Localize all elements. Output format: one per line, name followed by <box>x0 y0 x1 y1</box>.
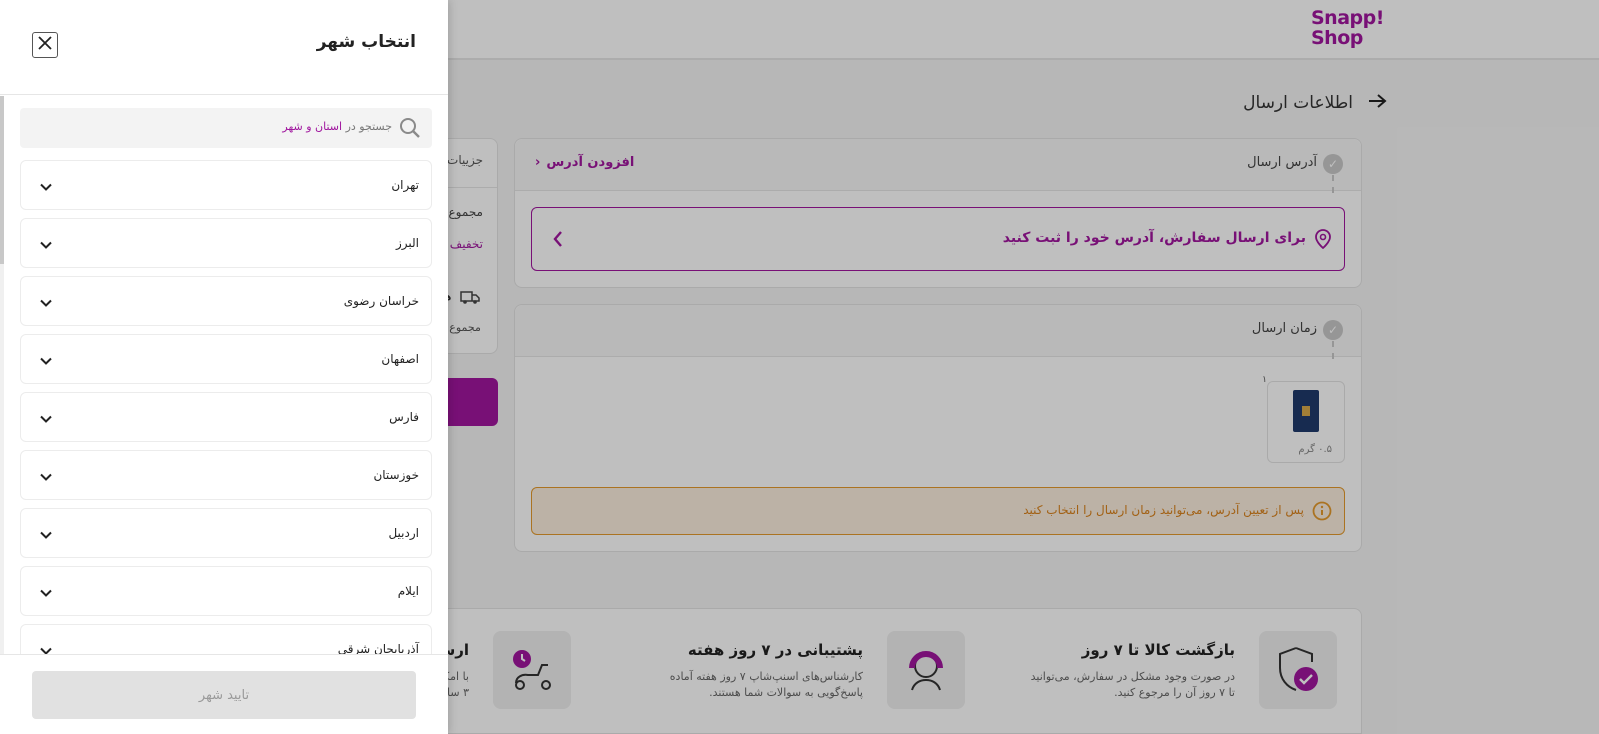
province-item-khorasan-razavi[interactable]: خراسان رضوی <box>20 276 432 326</box>
province-item-east-azerbaijan[interactable]: آذربایجان شرقی <box>20 624 432 654</box>
chevron-down-icon <box>39 295 53 309</box>
close-button[interactable] <box>32 32 58 58</box>
close-icon <box>37 35 53 55</box>
chevron-down-icon <box>39 527 53 541</box>
scrollbar-thumb[interactable] <box>0 96 4 264</box>
chevron-down-icon <box>39 411 53 425</box>
province-name: آذربایجان شرقی <box>337 642 419 654</box>
province-list: تهران البرز خراسان رضوی اصفهان فارس خوزس… <box>20 160 432 654</box>
province-name: البرز <box>395 236 419 250</box>
chevron-down-icon <box>39 179 53 193</box>
province-item-ardabil[interactable]: اردبیل <box>20 508 432 558</box>
search-input[interactable] <box>42 108 392 148</box>
province-item-khuzestan[interactable]: خوزستان <box>20 450 432 500</box>
chevron-down-icon <box>39 353 53 367</box>
province-name: ایلام <box>397 584 419 598</box>
chevron-down-icon <box>39 237 53 251</box>
city-selection-drawer: انتخاب شهر جستجو در استان و شهر تهران ال… <box>0 0 448 734</box>
province-item-fars[interactable]: فارس <box>20 392 432 442</box>
search-icon <box>398 116 422 140</box>
province-item-alborz[interactable]: البرز <box>20 218 432 268</box>
province-name: اردبیل <box>388 526 419 540</box>
province-name: فارس <box>389 410 419 424</box>
drawer-header: انتخاب شهر <box>0 0 448 95</box>
province-item-ilam[interactable]: ایلام <box>20 566 432 616</box>
chevron-down-icon <box>39 585 53 599</box>
province-name: خوزستان <box>373 468 419 482</box>
province-item-isfahan[interactable]: اصفهان <box>20 334 432 384</box>
province-name: خراسان رضوی <box>343 294 419 308</box>
drawer-title: انتخاب شهر <box>316 32 416 52</box>
province-search: جستجو در استان و شهر <box>20 108 432 148</box>
province-name: اصفهان <box>381 352 419 366</box>
drawer-footer: تایید شهر <box>0 654 448 734</box>
confirm-city-button[interactable]: تایید شهر <box>32 671 416 719</box>
chevron-down-icon <box>39 469 53 483</box>
province-item-tehran[interactable]: تهران <box>20 160 432 210</box>
chevron-down-icon <box>39 643 53 654</box>
province-name: تهران <box>391 178 419 192</box>
